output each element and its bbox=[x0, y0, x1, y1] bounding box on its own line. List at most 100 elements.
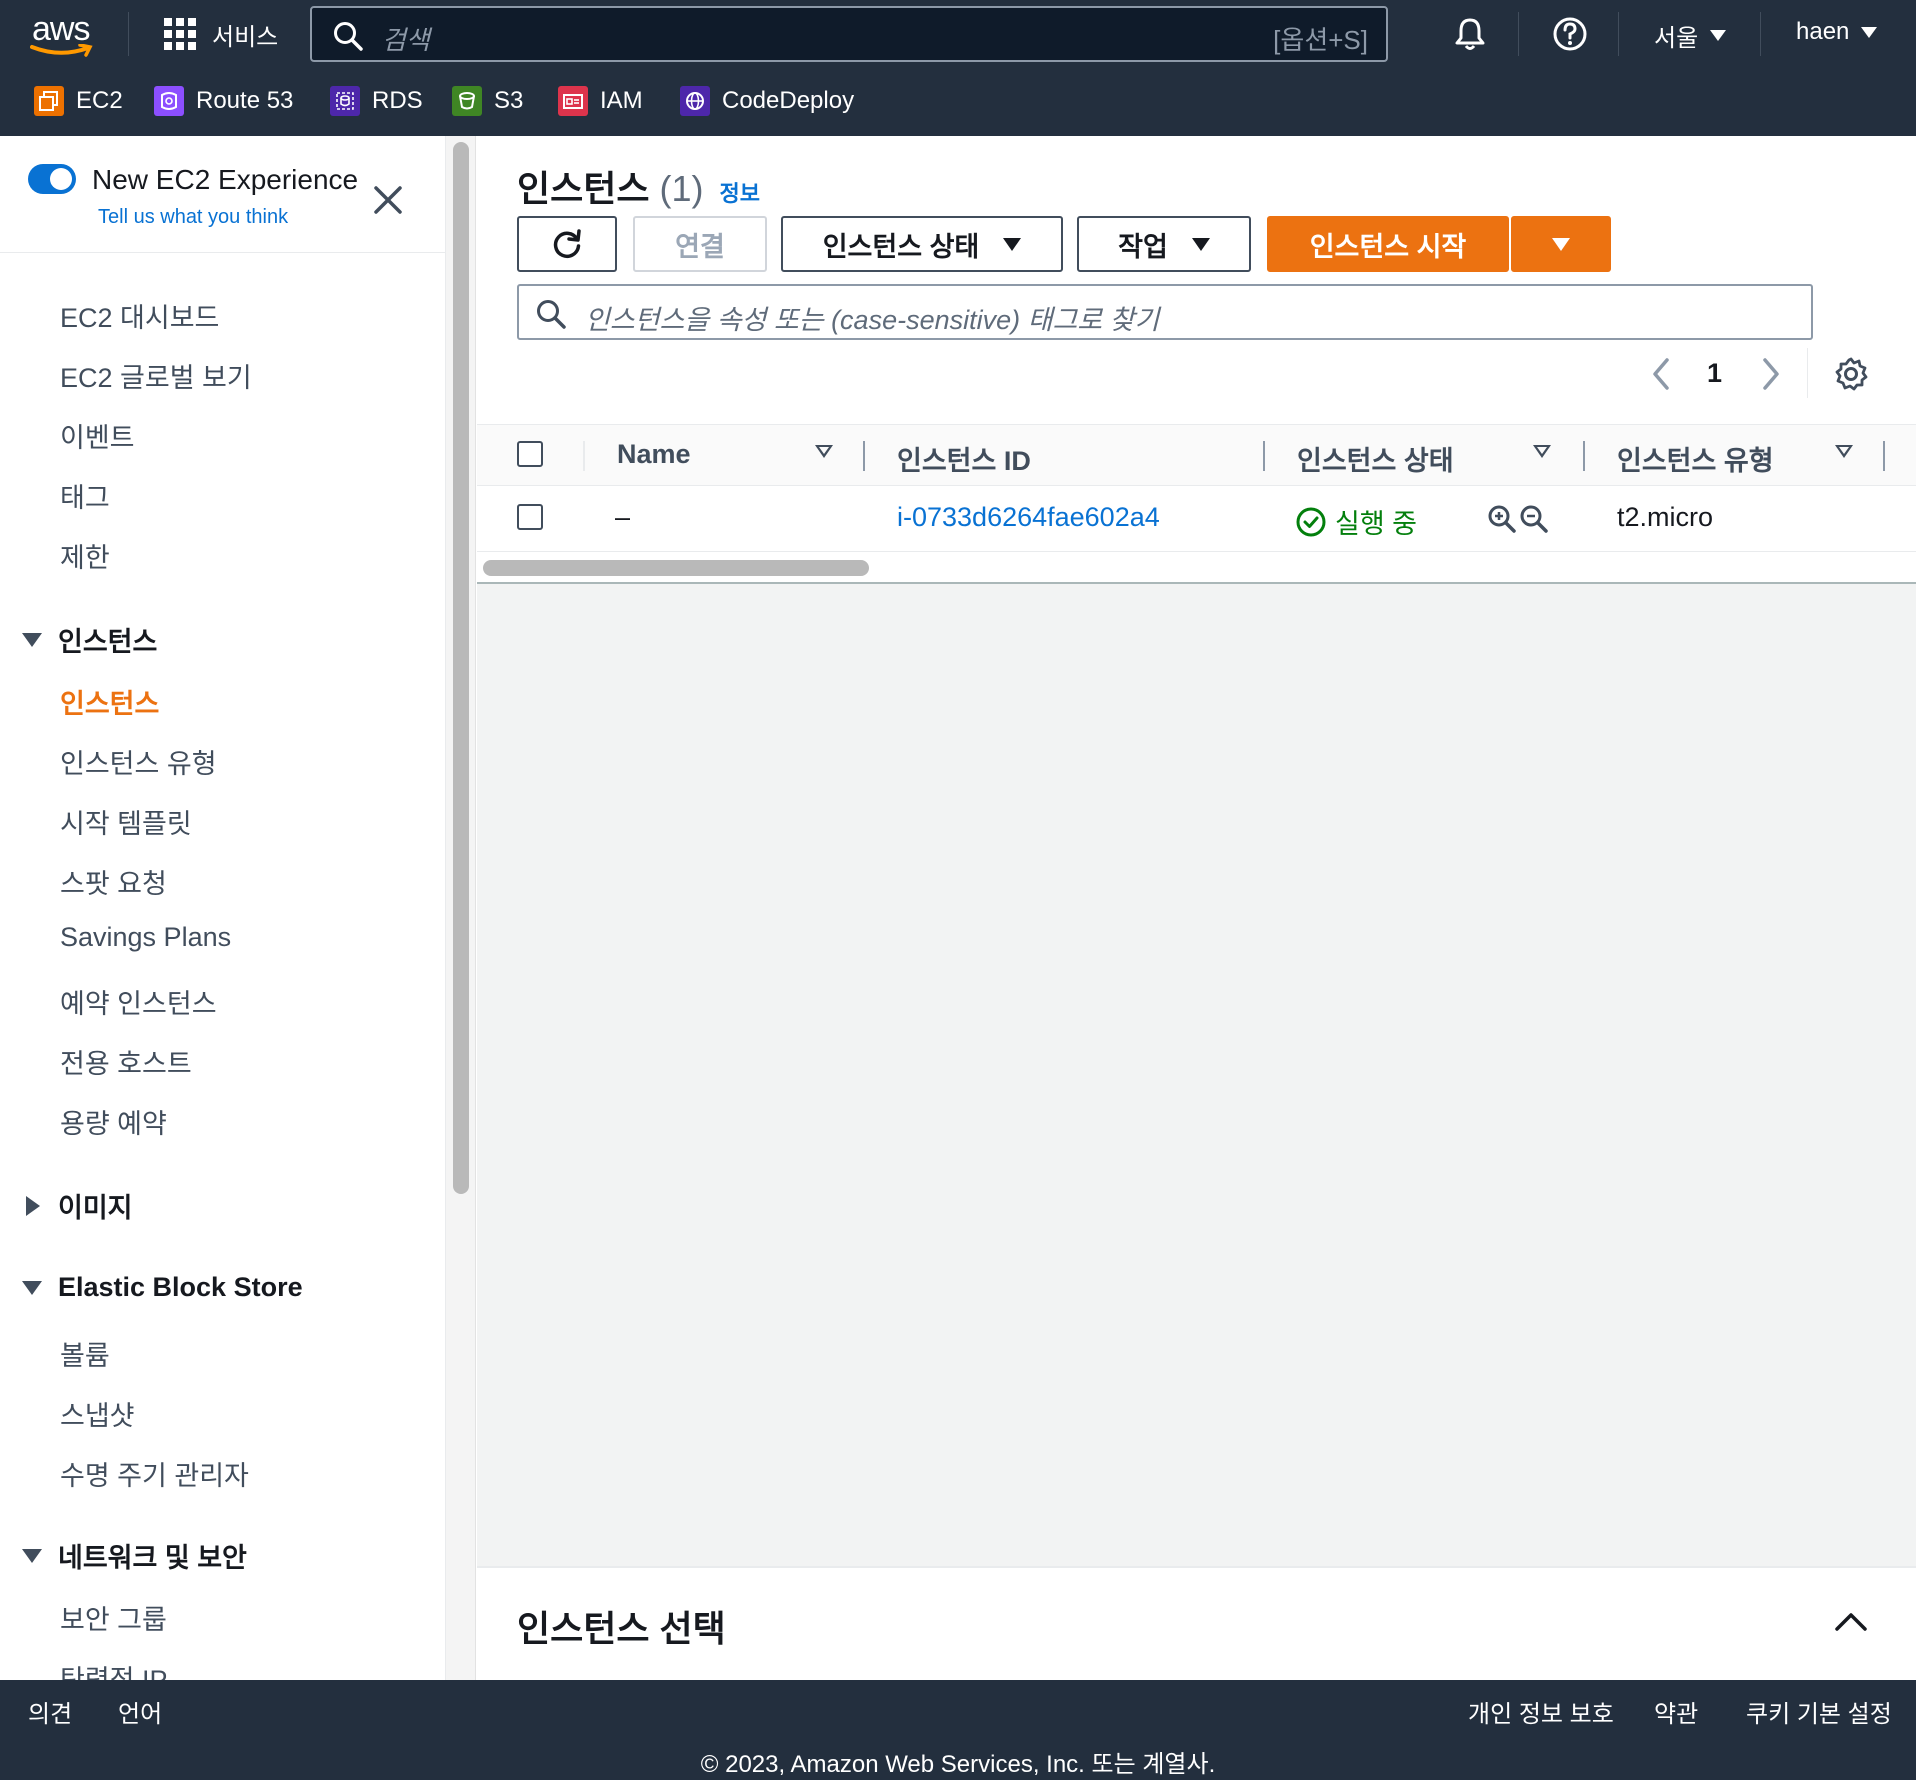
expand-caret-icon bbox=[22, 1280, 42, 1295]
account-menu[interactable]: haen bbox=[1796, 18, 1878, 46]
zoom-out-icon[interactable] bbox=[1519, 504, 1549, 534]
column-separator[interactable] bbox=[863, 441, 865, 471]
search-shortcut-hint: [옵션+S] bbox=[1273, 25, 1368, 55]
sidebar-item-events[interactable]: 이벤트 bbox=[60, 416, 135, 455]
details-panel-title: 인스턴스 선택 bbox=[517, 1608, 726, 1649]
details-split-panel: 인스턴스 선택 bbox=[477, 1566, 1916, 1680]
new-experience-toggle[interactable] bbox=[28, 164, 76, 194]
sort-icon[interactable] bbox=[1835, 445, 1853, 458]
favorite-label: Route 53 bbox=[196, 87, 294, 114]
footer-feedback-link[interactable]: 의견 bbox=[28, 1694, 72, 1729]
footer-copyright: © 2023, Amazon Web Services, Inc. 또는 계열사… bbox=[700, 1751, 1216, 1778]
sidebar-item-capacity-reservations[interactable]: 용량 예약 bbox=[60, 1102, 167, 1141]
sidebar-item-volumes[interactable]: 볼륨 bbox=[60, 1334, 110, 1373]
footer-language-link[interactable]: 언어 bbox=[118, 1694, 162, 1729]
sidebar-item-dedicated-hosts[interactable]: 전용 호스트 bbox=[60, 1042, 192, 1081]
instance-state-dropdown[interactable]: 인스턴스 상태 bbox=[781, 216, 1063, 272]
search-icon bbox=[537, 300, 566, 329]
search-placeholder: 검색 bbox=[382, 25, 430, 55]
column-separator[interactable] bbox=[1583, 441, 1585, 471]
services-label: 서비스 bbox=[212, 23, 279, 51]
favorite-s3[interactable]: S3 bbox=[452, 86, 523, 116]
services-menu-button[interactable]: 서비스 bbox=[164, 16, 278, 52]
table-row[interactable]: – i-0733d6264fae602a4 실행 중 t2.micro bbox=[477, 486, 1916, 552]
next-page-icon[interactable] bbox=[1757, 356, 1785, 392]
sidebar-item-limits[interactable]: 제한 bbox=[60, 536, 110, 575]
new-experience-label: New EC2 Experience bbox=[92, 164, 359, 195]
page-number[interactable]: 1 bbox=[1707, 358, 1722, 389]
favorite-label: RDS bbox=[372, 87, 423, 114]
settings-gear-icon[interactable] bbox=[1833, 356, 1869, 392]
sidebar-section-ebs[interactable]: Elastic Block Store bbox=[22, 1272, 303, 1303]
section-title: Elastic Block Store bbox=[58, 1272, 303, 1302]
sidebar-item-snapshots[interactable]: 스냅샷 bbox=[60, 1394, 135, 1433]
column-header-instance-state[interactable]: 인스턴스 상태 bbox=[1297, 439, 1454, 478]
favorite-ec2[interactable]: EC2 bbox=[34, 86, 123, 116]
instance-filter-input[interactable]: 인스턴스을 속성 또는 (case-sensitive) 태그로 찾기 bbox=[517, 284, 1813, 340]
sidebar-item-reserved-instances[interactable]: 예약 인스턴스 bbox=[60, 982, 217, 1021]
sidebar-item-spot-requests[interactable]: 스팟 요청 bbox=[60, 862, 167, 901]
region-label: 서울 bbox=[1654, 25, 1699, 52]
launch-instances-button[interactable]: 인스턴스 시작 bbox=[1267, 216, 1509, 272]
aws-smile-icon bbox=[30, 44, 93, 57]
column-header-instance-id[interactable]: 인스턴스 ID bbox=[897, 439, 1031, 478]
section-title: 인스턴스 bbox=[58, 627, 158, 657]
previous-page-icon[interactable] bbox=[1647, 356, 1675, 392]
sidebar-item-lifecycle-manager[interactable]: 수명 주기 관리자 bbox=[60, 1454, 249, 1493]
region-selector[interactable]: 서울 bbox=[1654, 18, 1727, 53]
sidebar-item-tags[interactable]: 태그 bbox=[60, 476, 110, 515]
sidebar-item-savings-plans[interactable]: Savings Plans bbox=[60, 922, 231, 953]
sort-icon[interactable] bbox=[1533, 445, 1551, 458]
sidebar-section-instances[interactable]: 인스턴스 bbox=[22, 620, 157, 659]
close-icon[interactable] bbox=[370, 182, 406, 218]
chevron-up-icon[interactable] bbox=[1834, 1610, 1868, 1632]
connect-button[interactable]: 연결 bbox=[633, 216, 767, 272]
nav-divider bbox=[1760, 12, 1761, 56]
instance-count: (1) bbox=[659, 168, 704, 209]
side-navigation: New EC2 Experience Tell us what you thin… bbox=[0, 136, 446, 1680]
filter-placeholder: 인스턴스을 속성 또는 (case-sensitive) 태그로 찾기 bbox=[585, 305, 1160, 335]
instance-state-label: 실행 중 bbox=[1335, 509, 1418, 539]
info-link[interactable]: 정보 bbox=[719, 176, 759, 208]
sidebar-item-instance-types[interactable]: 인스턴스 유형 bbox=[60, 742, 217, 781]
table-horizontal-scrollbar[interactable] bbox=[483, 560, 869, 576]
sidebar-section-images[interactable]: 이미지 bbox=[22, 1186, 133, 1225]
sidebar-item-launch-templates[interactable]: 시작 템플릿 bbox=[60, 802, 192, 841]
sidebar-item-instances[interactable]: 인스턴스 bbox=[60, 682, 159, 721]
refresh-icon bbox=[553, 229, 581, 259]
sidebar-scrollbar-thumb[interactable] bbox=[453, 142, 469, 1194]
column-separator[interactable] bbox=[1883, 441, 1885, 471]
actions-dropdown[interactable]: 작업 bbox=[1077, 216, 1251, 272]
zoom-in-icon[interactable] bbox=[1487, 504, 1517, 534]
favorite-route53[interactable]: Route 53 bbox=[154, 86, 293, 116]
favorite-rds[interactable]: RDS bbox=[330, 86, 423, 116]
select-all-checkbox[interactable] bbox=[517, 441, 543, 467]
launch-options-dropdown[interactable] bbox=[1511, 216, 1611, 272]
row-checkbox[interactable] bbox=[517, 504, 543, 530]
notifications-bell-icon[interactable] bbox=[1450, 14, 1490, 54]
global-search-input[interactable]: 검색 [옵션+S] bbox=[310, 6, 1388, 62]
help-icon[interactable] bbox=[1550, 14, 1590, 54]
sort-icon[interactable] bbox=[815, 445, 833, 458]
instances-panel: 인스턴스 (1) 정보 연결 인스턴스 상태 작업 인스턴스 시작 인스턴스을 … bbox=[477, 136, 1916, 584]
sidebar-section-network-security[interactable]: 네트워크 및 보안 bbox=[22, 1536, 247, 1575]
column-header-instance-type[interactable]: 인스턴스 유형 bbox=[1617, 439, 1774, 478]
s3-icon bbox=[452, 86, 482, 116]
feedback-link[interactable]: Tell us what you think bbox=[98, 206, 288, 229]
sidebar-item-ec2-dashboard[interactable]: EC2 대시보드 bbox=[60, 296, 219, 335]
sidebar-item-elastic-ips[interactable]: 탄력적 IP bbox=[60, 1658, 168, 1680]
favorite-codedeploy[interactable]: CodeDeploy bbox=[680, 86, 854, 116]
aws-logo[interactable]: aws bbox=[30, 10, 98, 58]
column-header-name[interactable]: Name bbox=[617, 439, 691, 470]
sidebar-item-security-groups[interactable]: 보안 그룹 bbox=[60, 1598, 167, 1637]
favorite-iam[interactable]: IAM bbox=[558, 86, 643, 116]
footer-privacy-link[interactable]: 개인 정보 보호 bbox=[1468, 1694, 1614, 1729]
column-separator[interactable] bbox=[1263, 441, 1265, 471]
sidebar-item-ec2-global-view[interactable]: EC2 글로벌 보기 bbox=[60, 356, 252, 395]
footer-terms-link[interactable]: 약관 bbox=[1654, 1694, 1698, 1729]
refresh-button[interactable] bbox=[517, 216, 617, 272]
route53-icon bbox=[154, 86, 184, 116]
instance-id-link[interactable]: i-0733d6264fae602a4 bbox=[897, 502, 1160, 533]
footer-cookies-link[interactable]: 쿠키 기본 설정 bbox=[1746, 1694, 1892, 1729]
pager-divider bbox=[1807, 348, 1808, 398]
